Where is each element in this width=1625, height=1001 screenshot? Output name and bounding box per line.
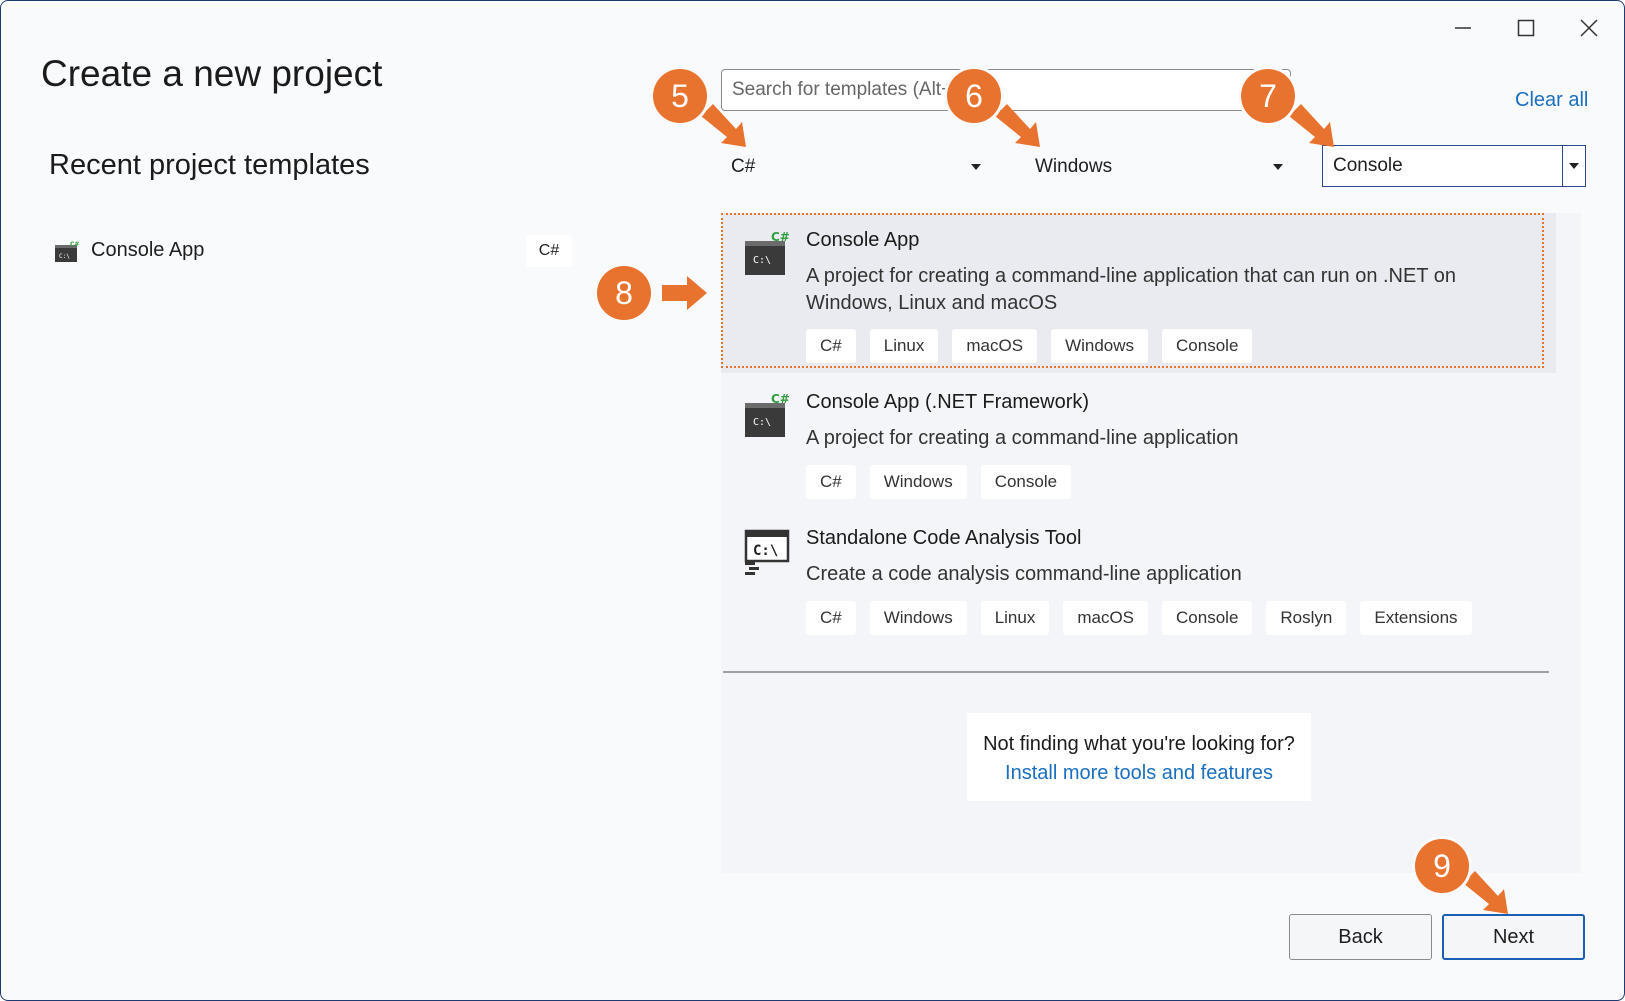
callout-badge: 8 [597, 266, 651, 320]
annotation-arrows [662, 104, 1508, 914]
callout-badge: 5 [653, 69, 707, 123]
callout-badge: 7 [1241, 69, 1295, 123]
callout-badge: 6 [947, 69, 1001, 123]
callout-badge: 9 [1415, 839, 1469, 893]
create-project-window: Create a new project Recent project temp… [0, 0, 1625, 1001]
